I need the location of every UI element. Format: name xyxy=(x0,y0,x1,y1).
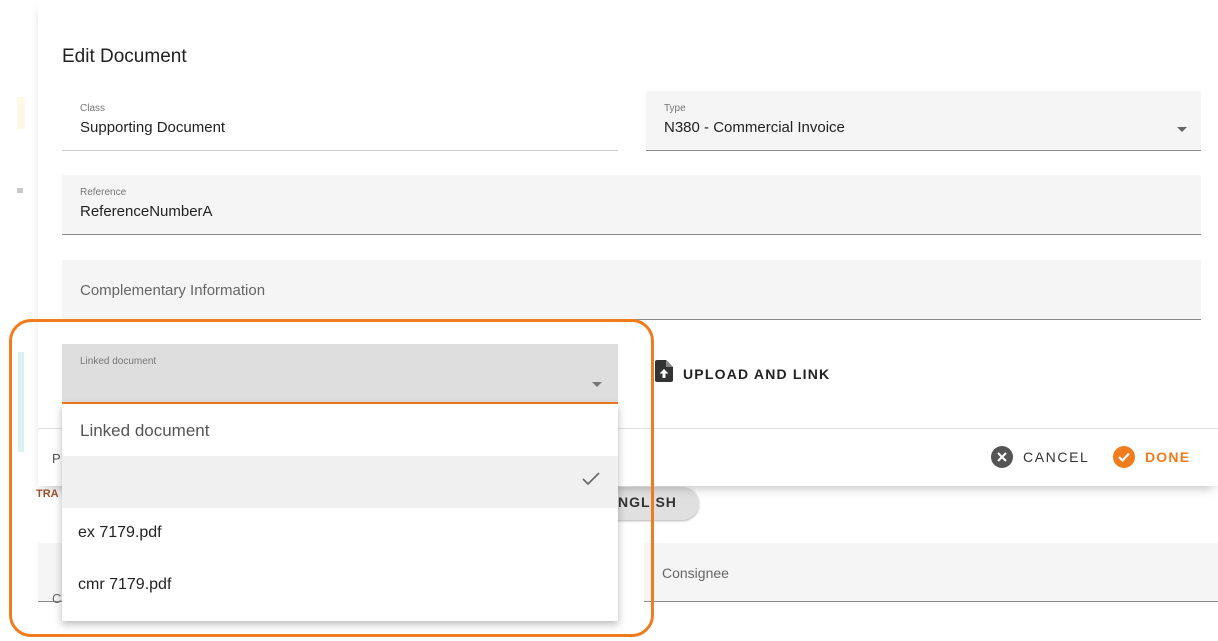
dropdown-option-cmr-7179[interactable]: cmr 7179.pdf xyxy=(62,560,618,612)
linked-document-dropdown: ex 7179.pdf cmr 7179.pdf xyxy=(62,404,618,621)
linked-document-label: Linked document xyxy=(80,356,157,367)
background-fragment xyxy=(17,188,23,193)
cancel-circle-icon xyxy=(991,446,1013,468)
type-label: Type xyxy=(664,103,686,114)
file-upload-icon xyxy=(655,360,673,387)
background-fragment xyxy=(18,352,24,452)
reference-field[interactable]: Reference ReferenceNumberA xyxy=(62,175,1201,235)
consignee-field[interactable]: Consignee xyxy=(644,543,1218,602)
dialog-title: Edit Document xyxy=(62,46,187,67)
reference-label: Reference xyxy=(80,187,127,198)
dropdown-arrow-icon[interactable] xyxy=(1177,127,1187,132)
type-select[interactable]: Type N380 - Commercial Invoice xyxy=(646,91,1201,151)
consignee-placeholder: Consignee xyxy=(662,565,729,581)
class-value: Supporting Document xyxy=(80,119,226,136)
background-fragment xyxy=(17,97,25,129)
complementary-information-placeholder: Complementary Information xyxy=(80,282,266,299)
complementary-information-field[interactable]: Complementary Information xyxy=(62,260,1201,320)
upload-and-link-button[interactable]: UPLOAD AND LINK xyxy=(655,360,830,387)
class-label: Class xyxy=(80,103,106,114)
linked-document-search-input[interactable] xyxy=(78,418,582,444)
language-chip-label: NGLISH xyxy=(618,494,677,510)
obscured-label: P xyxy=(52,451,61,466)
check-circle-icon xyxy=(1113,446,1135,468)
dropdown-search[interactable] xyxy=(62,404,618,457)
dropdown-option-label: ex 7179.pdf xyxy=(78,524,162,541)
reference-value: ReferenceNumberA xyxy=(80,203,213,220)
class-field[interactable]: Class Supporting Document xyxy=(62,91,618,151)
dropdown-option-label: cmr 7179.pdf xyxy=(78,576,172,593)
background-field-label: C xyxy=(52,591,62,606)
cancel-button[interactable]: CANCEL xyxy=(991,446,1089,468)
background-tab-label: TRA xyxy=(36,488,59,500)
done-label: DONE xyxy=(1145,449,1191,465)
dropdown-option-ex-7179[interactable]: ex 7179.pdf xyxy=(62,508,618,560)
dropdown-option-empty[interactable] xyxy=(62,456,618,508)
linked-document-select[interactable]: Linked document xyxy=(62,344,618,404)
done-button[interactable]: DONE xyxy=(1113,446,1190,468)
check-icon xyxy=(582,472,600,491)
type-value: N380 - Commercial Invoice xyxy=(664,119,845,136)
dropdown-arrow-icon[interactable] xyxy=(592,382,602,387)
upload-and-link-label: UPLOAD AND LINK xyxy=(683,365,831,382)
cancel-label: CANCEL xyxy=(1023,449,1090,465)
